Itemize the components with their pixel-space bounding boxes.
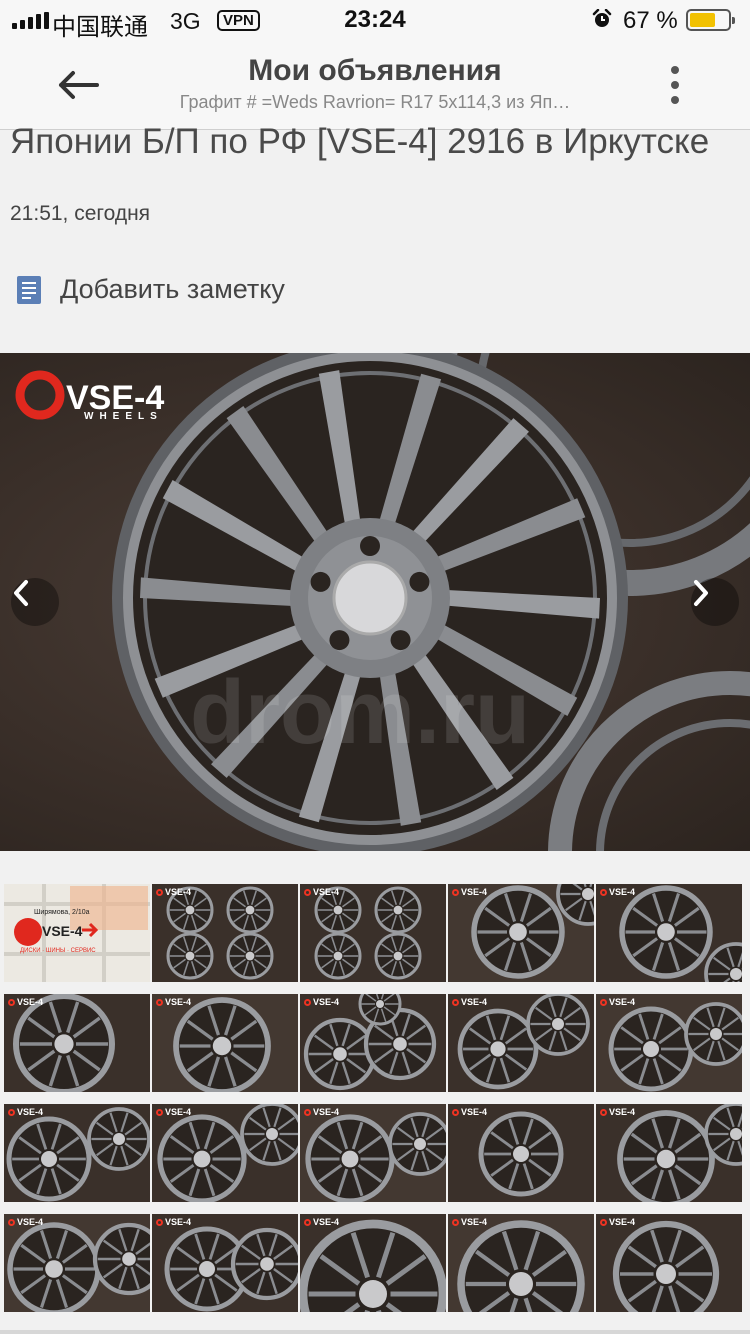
main-photo[interactable]: VSE-4 WHEELS drom.ru <box>0 353 750 851</box>
thumbnail-logo-text: VSE-4 <box>165 1107 192 1117</box>
svg-text:ДИСКИ · ШИНЫ · СЕРВИС: ДИСКИ · ШИНЫ · СЕРВИС <box>20 948 96 954</box>
thumbnail-photo[interactable]: VSE-4 <box>4 1214 150 1312</box>
svg-text:VSE-4: VSE-4 <box>42 923 83 939</box>
add-note-label: Добавить заметку <box>60 274 285 304</box>
thumbnail-logo: VSE-4 <box>304 1107 339 1117</box>
chevron-left-icon <box>14 580 28 606</box>
thumbnail-photo[interactable]: VSE-4 <box>448 884 594 982</box>
page-title: Мои объявления <box>248 54 502 87</box>
bottom-edge <box>0 1330 750 1334</box>
chevron-right-icon <box>694 580 708 606</box>
thumbnail-logo-text: VSE-4 <box>609 1217 636 1227</box>
note-icon <box>17 275 41 304</box>
next-photo-button[interactable] <box>691 578 739 626</box>
thumbnail-logo: VSE-4 <box>600 887 635 897</box>
thumbnail-photo[interactable]: VSE-4 <box>4 994 150 1092</box>
thumbnail-photo[interactable]: VSE-4 <box>300 994 446 1092</box>
thumbnail-logo-text: VSE-4 <box>165 997 192 1007</box>
more-vertical-icon <box>671 66 679 74</box>
page-subtitle: Графит # =Weds Ravrion= R17 5x114,3 из Я… <box>179 92 571 112</box>
thumbnail-logo: VSE-4 <box>304 887 339 897</box>
thumbnail-logo: VSE-4 <box>8 997 43 1007</box>
status-bar: 中国联通 3G VPN 23:24 67 % <box>0 0 750 41</box>
thumbnail-logo: VSE-4 <box>156 1107 191 1117</box>
thumbnail-logo-text: VSE-4 <box>313 1217 340 1227</box>
thumbnail-photo[interactable]: VSE-4 <box>152 1214 298 1312</box>
thumbnail-photo[interactable]: VSE-4 <box>152 994 298 1092</box>
thumbnail-photo[interactable]: VSE-4 <box>596 1104 742 1202</box>
ad-timestamp: 21:51, сегодня <box>10 202 151 225</box>
thumbnail-logo-text: VSE-4 <box>609 887 636 897</box>
thumbnail-logo: VSE-4 <box>600 1217 635 1227</box>
battery-percent: 67 % <box>623 7 678 34</box>
wheel-photo: VSE-4 WHEELS drom.ru <box>15 353 750 851</box>
thumbnail-logo-text: VSE-4 <box>165 887 192 897</box>
thumbnail-photo[interactable]: VSE-4 <box>448 994 594 1092</box>
thumbnail-logo: VSE-4 <box>452 1217 487 1227</box>
thumbnail-logo-text: VSE-4 <box>461 1107 488 1117</box>
add-note-button[interactable]: Добавить заметку <box>16 274 285 305</box>
navigation-bar: Мои объявления Графит # =Weds Ravrion= R… <box>0 40 750 130</box>
thumbnail-photo[interactable]: VSE-4 <box>596 1214 742 1312</box>
thumbnail-logo: VSE-4 <box>8 1217 43 1227</box>
thumbnail-photo[interactable]: VSE-4 <box>448 1214 594 1312</box>
thumbnail-logo: VSE-4 <box>452 887 487 897</box>
thumbnail-photo[interactable]: VSE-4 <box>152 1104 298 1202</box>
thumbnail-logo-text: VSE-4 <box>313 1107 340 1117</box>
thumbnail-logo-text: VSE-4 <box>609 997 636 1007</box>
more-menu-button[interactable] <box>660 64 690 106</box>
alarm-icon <box>592 9 612 27</box>
thumbnail-logo: VSE-4 <box>600 997 635 1007</box>
ad-title: Японии Б/П по РФ [VSE-4] 2916 в Иркутске <box>10 122 710 161</box>
thumbnail-logo: VSE-4 <box>156 997 191 1007</box>
thumbnail-logo: VSE-4 <box>600 1107 635 1117</box>
thumbnail-logo-text: VSE-4 <box>165 1217 192 1227</box>
battery-level <box>690 13 715 27</box>
previous-photo-button[interactable] <box>11 578 59 626</box>
thumbnail-logo: VSE-4 <box>304 1217 339 1227</box>
svg-text:WHEELS: WHEELS <box>84 411 163 422</box>
thumbnail-logo-text: VSE-4 <box>313 997 340 1007</box>
thumbnail-grid: VSE-4 Ширямова, 2/10а ДИСКИ · ШИНЫ · СЕР… <box>4 884 746 1312</box>
thumbnail-logo-text: VSE-4 <box>17 1107 44 1117</box>
thumbnail-photo[interactable]: VSE-4 <box>596 884 742 982</box>
thumbnail-logo: VSE-4 <box>452 1107 487 1117</box>
thumbnail-logo: VSE-4 <box>156 1217 191 1227</box>
thumbnail-logo-text: VSE-4 <box>461 1217 488 1227</box>
thumbnail-logo: VSE-4 <box>452 997 487 1007</box>
thumbnail-photo[interactable]: VSE-4 <box>152 884 298 982</box>
thumbnail-logo-text: VSE-4 <box>609 1107 636 1117</box>
thumbnail-logo: VSE-4 <box>304 997 339 1007</box>
thumbnail-photo[interactable]: VSE-4 <box>596 994 742 1092</box>
svg-text:drom.ru: drom.ru <box>190 663 530 763</box>
battery-icon <box>686 9 735 31</box>
thumbnail-logo-text: VSE-4 <box>17 997 44 1007</box>
thumbnail-logo: VSE-4 <box>8 1107 43 1117</box>
svg-text:Ширямова, 2/10а: Ширямова, 2/10а <box>34 909 90 916</box>
thumbnail-photo[interactable]: VSE-4 <box>448 1104 594 1202</box>
thumbnail-logo-text: VSE-4 <box>461 887 488 897</box>
thumbnail-logo-text: VSE-4 <box>17 1217 44 1227</box>
thumbnail-logo-text: VSE-4 <box>461 997 488 1007</box>
arrow-left-icon <box>59 71 99 99</box>
thumbnail-photo[interactable]: VSE-4 <box>300 1214 446 1312</box>
thumbnail-logo: VSE-4 <box>156 887 191 897</box>
thumbnail-logo-text: VSE-4 <box>313 887 340 897</box>
thumbnail-photo[interactable]: VSE-4 <box>4 1104 150 1202</box>
thumbnail-photo[interactable]: VSE-4 <box>300 884 446 982</box>
thumbnail-photo[interactable]: VSE-4 <box>300 1104 446 1202</box>
back-button[interactable] <box>48 62 108 108</box>
thumbnail-map[interactable]: VSE-4 Ширямова, 2/10а ДИСКИ · ШИНЫ · СЕР… <box>4 884 150 982</box>
